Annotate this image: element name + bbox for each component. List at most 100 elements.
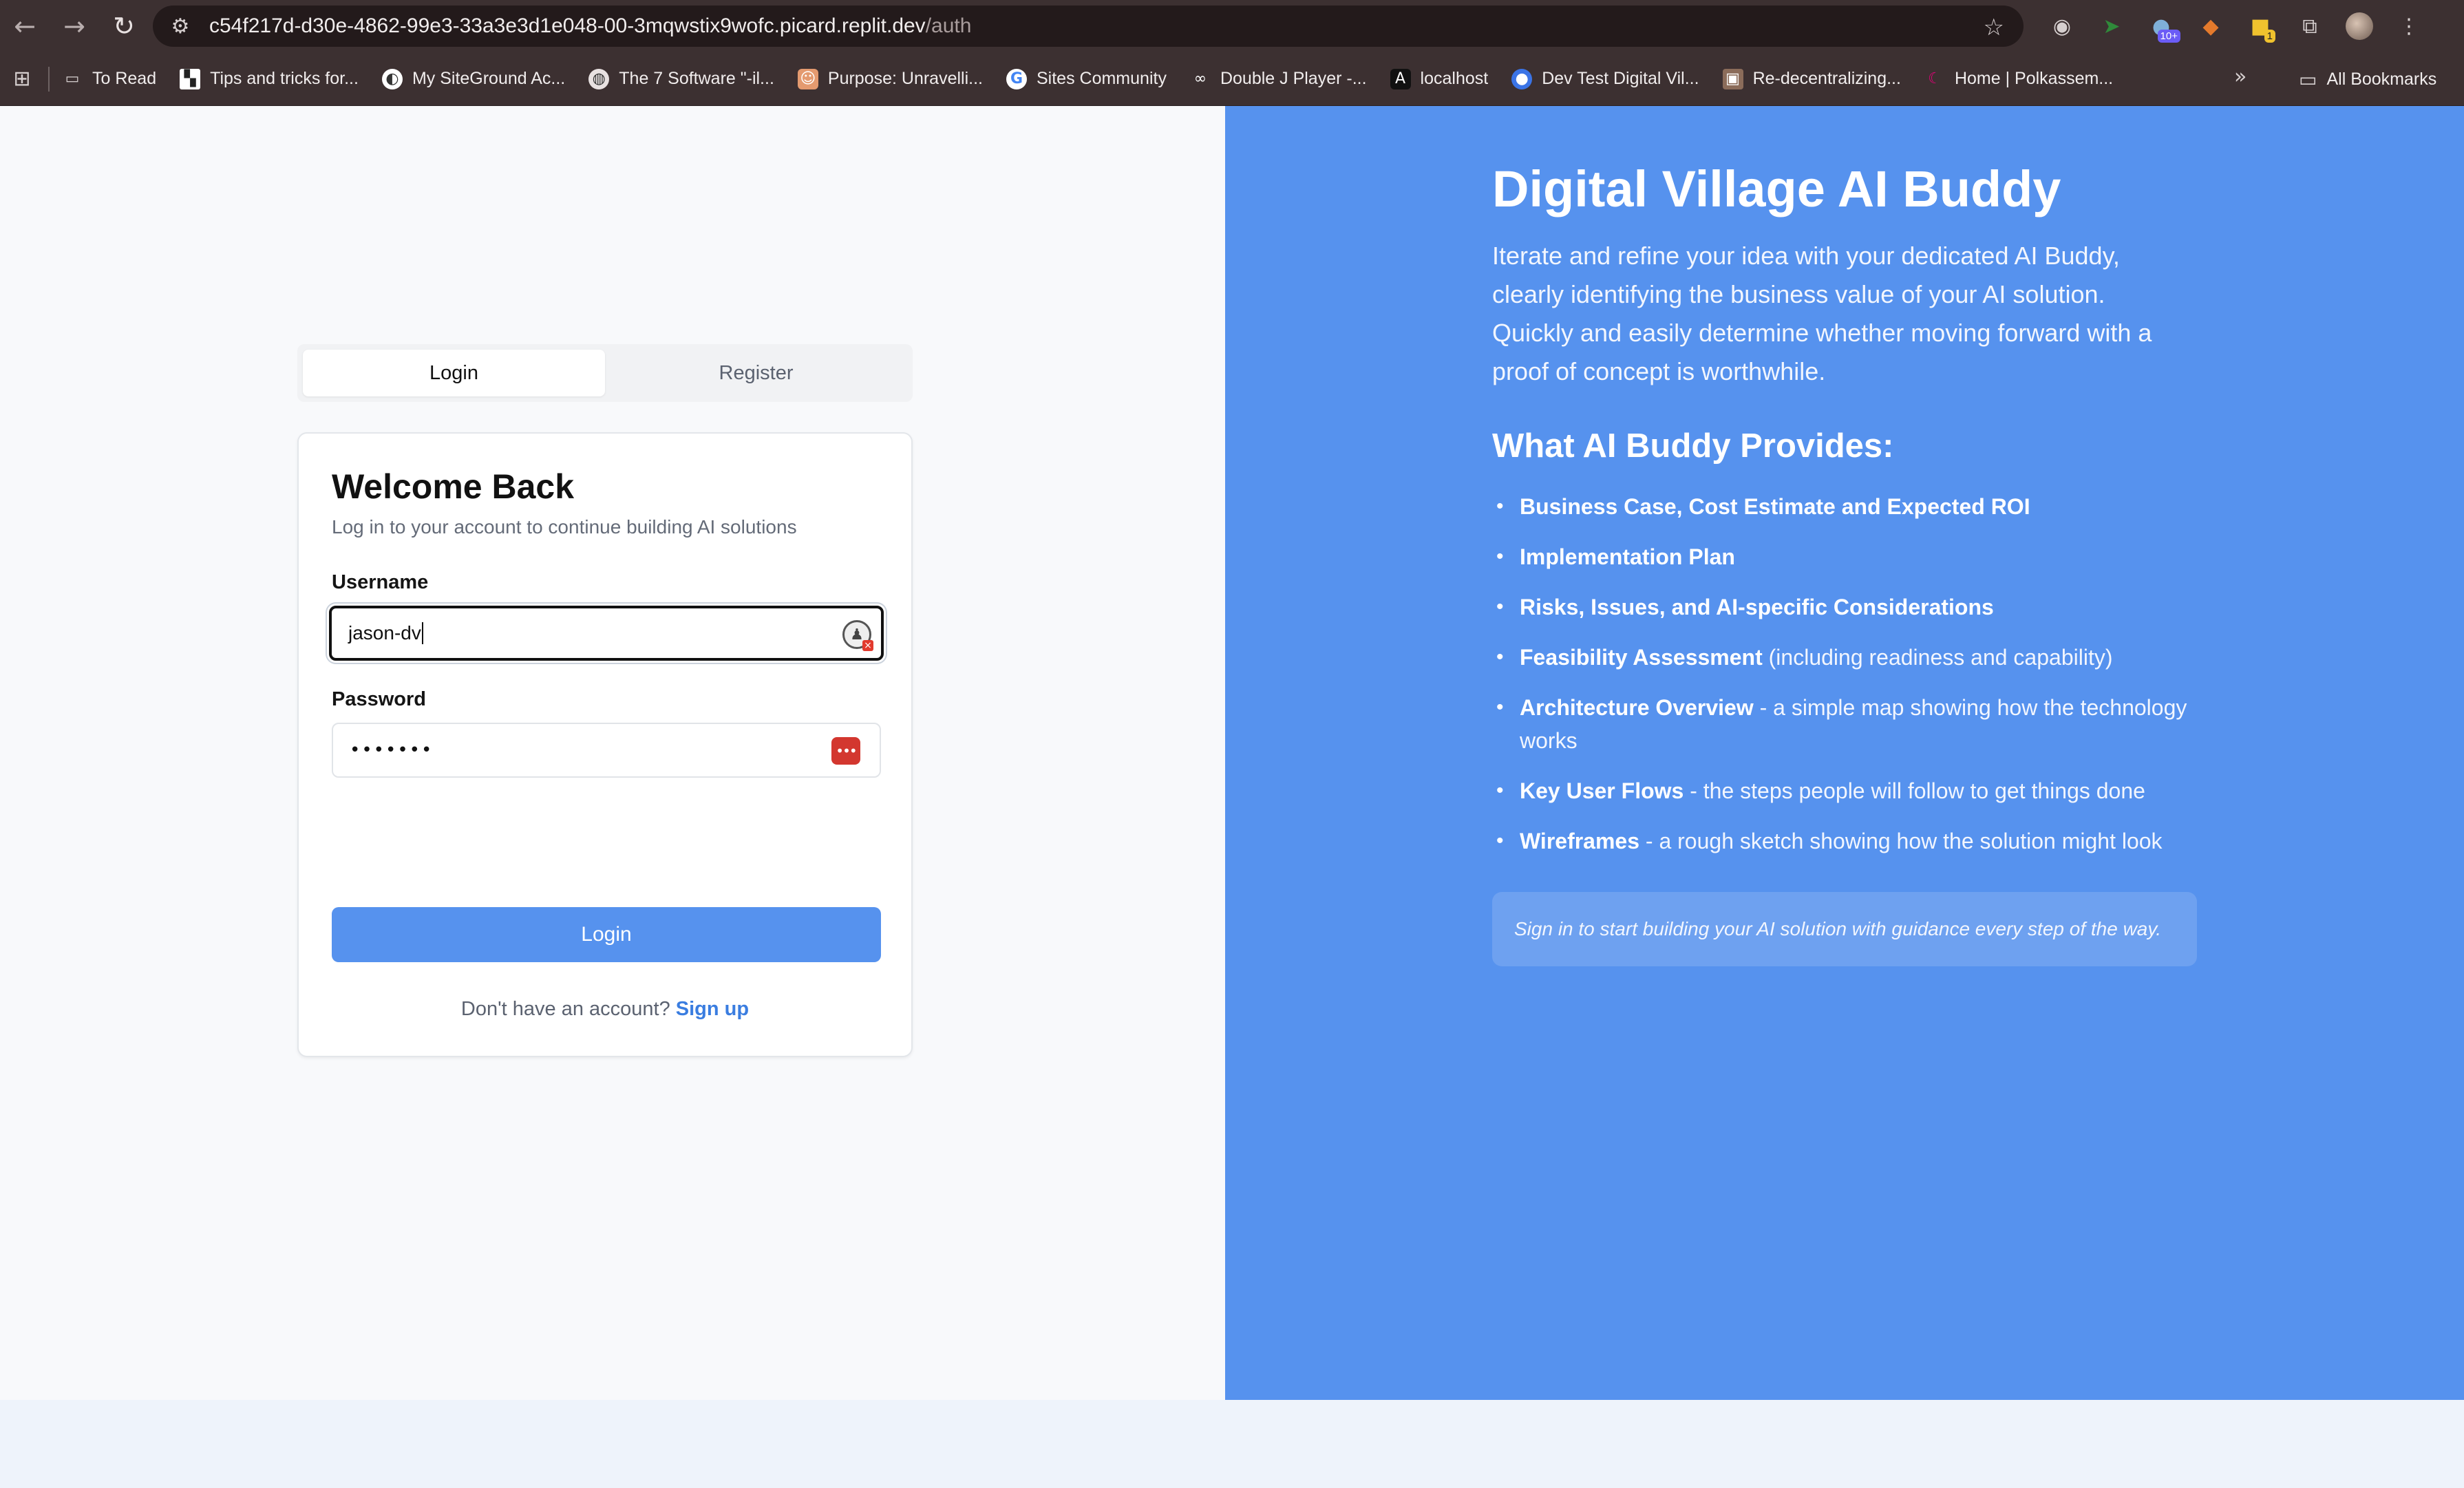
google-icon: G <box>1006 68 1027 89</box>
fox-extension-icon[interactable]: ◆ <box>2186 0 2235 52</box>
username-label: Username <box>332 571 429 593</box>
hero-title: Digital Village AI Buddy <box>1492 160 2061 217</box>
puzzle-extensions-icon[interactable]: ⧉ <box>2285 0 2335 52</box>
bookmark-tips[interactable]: ▚ Tips and tricks for... <box>180 68 359 89</box>
bookmarks-bar: ⊞ ▭ To Read ▚ Tips and tricks for... ◐ My S… <box>0 52 2464 106</box>
bookmark-label: Double J Player -... <box>1220 69 1367 88</box>
globe-icon: ◍ <box>588 68 610 89</box>
dev-test-icon: ● <box>1511 68 1533 89</box>
tab-register[interactable]: Register <box>605 350 907 396</box>
extensions-area: ◉ ➤ ● 10+ ◆ ■ 1 ⧉ ⋮ <box>2037 0 2434 52</box>
browser-toolbar: ← → ↻ ⚙ c54f217d-d30e-4862-99e3-33a3e3d1… <box>0 0 2464 52</box>
tips-icon: ▚ <box>180 68 201 89</box>
sign-in-note-text: Sign in to start building your AI soluti… <box>1514 918 2162 939</box>
more-bookmarks-chevron-icon[interactable]: » <box>2234 65 2247 89</box>
abc-icon: ∞ <box>1193 70 1207 87</box>
list-item: Business Case, Cost Estimate and Expecte… <box>1492 490 2208 523</box>
hero-description: Iterate and refine your idea with your d… <box>1492 242 2152 385</box>
list-item: Feasibility Assessment (including readin… <box>1492 641 2208 674</box>
bookmark-label: Dev Test Digital Vil... <box>1542 69 1699 88</box>
text-caret <box>421 622 423 644</box>
auth-tabs: Login Register <box>297 344 913 402</box>
signup-prompt-text: Don't have an account? <box>460 998 670 1020</box>
bookmark-double-j[interactable]: ∞ Double J Player -... <box>1190 69 1367 89</box>
login-card: Welcome Back Log in to your account to c… <box>297 432 913 1057</box>
back-arrow-icon[interactable]: ← <box>0 0 50 52</box>
localhost-icon: A <box>1390 68 1411 89</box>
all-bookmarks-folder[interactable]: ▭ All Bookmarks <box>2299 52 2436 106</box>
page-footer-strip <box>0 1400 2464 1488</box>
forward-arrow-icon[interactable]: → <box>50 0 99 52</box>
kebab-menu-icon[interactable]: ⋮ <box>2384 0 2434 52</box>
feature-list: Business Case, Cost Estimate and Expecte… <box>1492 490 2208 875</box>
apps-grid-icon[interactable]: ⊞ <box>0 67 44 91</box>
bookmarks-divider <box>48 66 50 92</box>
card-subtitle: Log in to your account to continue build… <box>332 516 797 538</box>
password-label: Password <box>332 688 426 710</box>
sticky-note-icon[interactable]: ■ 1 <box>2235 0 2285 52</box>
feature-title: Architecture Overview <box>1520 695 1754 720</box>
password-manager-icon[interactable]: ♟ × <box>842 620 873 651</box>
bookmark-label: My SiteGround Ac... <box>412 69 566 88</box>
address-bar[interactable]: ⚙ c54f217d-d30e-4862-99e3-33a3e3d1e048-0… <box>153 6 2024 47</box>
profile-avatar[interactable] <box>2335 0 2384 52</box>
list-item: Architecture Overview - a simple map sho… <box>1492 691 2208 757</box>
sign-in-note: Sign in to start building your AI soluti… <box>1492 892 2197 966</box>
site-settings-icon[interactable]: ⚙ <box>160 14 201 39</box>
url-host: c54f217d-d30e-4862-99e3-33a3e3d1e048-00-… <box>209 14 926 37</box>
extension-badge: 10+ <box>2157 30 2180 43</box>
bookmark-localhost[interactable]: Alocalhost <box>1390 68 1489 89</box>
camera-icon[interactable]: ◉ <box>2037 0 2087 52</box>
polkassembly-icon: ☾ <box>1928 70 1942 87</box>
username-field[interactable]: jason-dv ♟ × <box>329 606 884 661</box>
bookmark-dev-test[interactable]: ● Dev Test Digital Vil... <box>1511 68 1699 89</box>
url-text: c54f217d-d30e-4862-99e3-33a3e3d1e048-00-… <box>209 14 971 38</box>
folder-icon: ▭ <box>65 70 80 87</box>
article-icon: ▣ <box>1722 68 1743 89</box>
signup-prompt: Don't have an account? Sign up <box>299 998 911 1021</box>
bookmark-star-icon[interactable]: ☆ <box>1984 14 2004 41</box>
password-field[interactable]: ••••••• ••• <box>332 723 881 778</box>
extension-counter-icon[interactable]: ● 10+ <box>2136 0 2186 52</box>
url-path: /auth <box>925 14 972 37</box>
bookmark-label: The 7 Software "-il... <box>619 69 774 88</box>
card-title: Welcome Back <box>332 467 575 506</box>
feature-title: Implementation Plan <box>1520 544 1735 569</box>
bookmark-label: Home | Polkassem... <box>1954 69 2114 88</box>
siteground-icon: ◐ <box>381 68 403 89</box>
feature-title: Key User Flows <box>1520 778 1684 803</box>
purpose-icon: ☺ <box>797 68 818 89</box>
bookmark-sites-community[interactable]: G Sites Community <box>1006 68 1167 89</box>
tab-login[interactable]: Login <box>303 350 605 396</box>
feature-detail: - the steps people will follow to get th… <box>1684 778 2145 803</box>
username-value: jason-dv <box>348 622 421 644</box>
list-item: Key User Flows - the steps people will f… <box>1492 774 2208 807</box>
feature-title: Wireframes <box>1520 829 1640 853</box>
avatar <box>2346 12 2373 40</box>
bookmark-re-decentralizing[interactable]: ▣ Re-decentralizing... <box>1722 68 1901 89</box>
bookmark-purpose[interactable]: ☺ Purpose: Unravelli... <box>797 68 983 89</box>
feature-detail: - a rough sketch showing how the solutio… <box>1639 829 2163 853</box>
bookmark-label: Tips and tricks for... <box>210 69 359 88</box>
bookmark-label: To Read <box>92 69 157 88</box>
bookmark-siteground[interactable]: ◐ My SiteGround Ac... <box>381 68 566 89</box>
password-autofill-icon[interactable]: ••• <box>831 737 860 765</box>
provides-heading: What AI Buddy Provides: <box>1492 427 1894 465</box>
reload-icon[interactable]: ↻ <box>99 0 149 52</box>
green-extension-icon[interactable]: ➤ <box>2087 0 2136 52</box>
feature-detail: (including readiness and capability) <box>1762 645 2113 670</box>
list-item: Wireframes - a rough sketch showing how … <box>1492 825 2208 858</box>
bookmark-label: Purpose: Unravelli... <box>827 69 983 88</box>
list-item: Risks, Issues, and AI-specific Considera… <box>1492 591 2208 624</box>
bookmark-label: localhost <box>1420 69 1489 88</box>
folder-icon: ▭ <box>2299 67 2317 91</box>
bookmark-to-read[interactable]: ▭ To Read <box>62 69 157 89</box>
signup-link[interactable]: Sign up <box>676 998 749 1020</box>
bookmark-polkassembly[interactable]: ☾ Home | Polkassem... <box>1924 69 2113 89</box>
bookmark-label: Re-decentralizing... <box>1752 69 1901 88</box>
bookmark-7-software[interactable]: ◍ The 7 Software "-il... <box>588 68 774 89</box>
login-button[interactable]: Login <box>332 907 881 962</box>
list-item: Implementation Plan <box>1492 540 2208 573</box>
feature-title: Risks, Issues, and AI-specific Considera… <box>1520 595 1994 619</box>
sticky-badge: 1 <box>2264 30 2275 43</box>
